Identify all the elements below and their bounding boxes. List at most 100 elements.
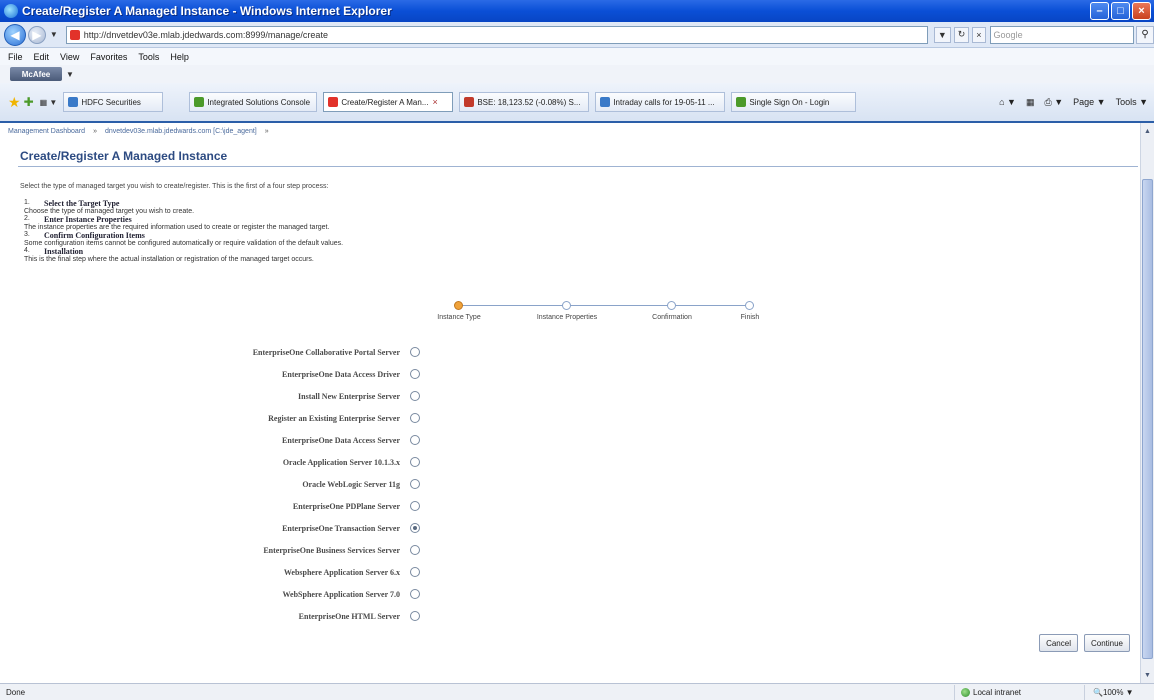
radio-button-selected[interactable]	[410, 523, 420, 533]
menu-favorites[interactable]: Favorites	[90, 52, 127, 62]
tools-menu[interactable]: Tools ▼	[1116, 97, 1148, 107]
tab-single-sign-on[interactable]: Single Sign On - Login	[731, 92, 857, 112]
option-collaborative-portal[interactable]: EnterpriseOne Collaborative Portal Serve…	[253, 345, 420, 359]
option-pdplane[interactable]: EnterpriseOne PDPlane Server	[293, 499, 420, 513]
favorite-hdfc[interactable]: HDFC Securities	[63, 92, 164, 112]
address-field[interactable]: http://dnvetdev03e.mlab.jdedwards.com:89…	[65, 25, 928, 44]
tab-icon	[600, 97, 611, 107]
option-transaction-server[interactable]: EnterpriseOne Transaction Server	[282, 521, 420, 535]
option-data-access-server[interactable]: EnterpriseOne Data Access Server	[282, 433, 420, 447]
radio-button[interactable]	[410, 391, 420, 401]
option-business-services[interactable]: EnterpriseOne Business Services Server	[263, 543, 420, 557]
scrollbar-thumb[interactable]	[1142, 179, 1153, 659]
zoom-control[interactable]: 🔍 100% ▼	[1084, 684, 1154, 700]
step-desc: The instance properties are the required…	[24, 224, 330, 231]
option-websphere-6[interactable]: Websphere Application Server 6.x	[284, 565, 420, 579]
radio-button[interactable]	[410, 347, 420, 357]
stop-icon[interactable]: ×	[972, 26, 986, 43]
minimize-button[interactable]: –	[1090, 2, 1109, 20]
step-item: 1. Select the Target Type Choose the type…	[24, 199, 343, 215]
tab-create-register[interactable]: Create/Register A Man... ×	[323, 92, 454, 112]
add-favorites-icon[interactable]: ✚	[24, 95, 34, 109]
tab-label: Create/Register A Man...	[341, 97, 429, 107]
wizard-actions: Cancel Continue	[1039, 634, 1130, 652]
title-divider	[18, 166, 1138, 167]
favorites-star-icon[interactable]: ★	[8, 94, 21, 111]
option-label: EnterpriseOne Data Access Server	[282, 435, 400, 445]
step-title: Enter Instance Properties	[44, 215, 132, 224]
address-dropdown-icon[interactable]: ▼	[933, 26, 951, 43]
option-oracle-app-server[interactable]: Oracle Application Server 10.1.3.x	[283, 455, 420, 469]
radio-button[interactable]	[410, 479, 420, 489]
step-item: 2. Enter Instance Properties The instance…	[24, 215, 343, 231]
ie-icon	[4, 4, 18, 18]
radio-button[interactable]	[410, 413, 420, 423]
tab-integrated-solutions[interactable]: Integrated Solutions Console	[189, 92, 318, 112]
menu-view[interactable]: View	[60, 52, 79, 62]
mcafee-toolbar: McAfee ▼	[0, 65, 1154, 83]
option-register-enterprise[interactable]: Register an Existing Enterprise Server	[268, 411, 420, 425]
option-data-access-driver[interactable]: EnterpriseOne Data Access Driver	[282, 367, 420, 381]
cancel-button[interactable]: Cancel	[1039, 634, 1078, 652]
option-html-server[interactable]: EnterpriseOne HTML Server	[299, 609, 420, 623]
page-icon	[69, 29, 80, 40]
option-label: EnterpriseOne Business Services Server	[263, 545, 400, 555]
radio-button[interactable]	[410, 457, 420, 467]
radio-button[interactable]	[410, 589, 420, 599]
menu-help[interactable]: Help	[170, 52, 189, 62]
radio-button[interactable]	[410, 369, 420, 379]
forward-button[interactable]: ▶	[27, 25, 46, 44]
tab-label: Integrated Solutions Console	[207, 97, 311, 107]
feeds-icon[interactable]: ▦	[1026, 97, 1035, 108]
menu-tools[interactable]: Tools	[138, 52, 159, 62]
tab-icon	[736, 97, 747, 107]
radio-button[interactable]	[410, 545, 420, 555]
scroll-up-icon[interactable]: ▲	[1142, 125, 1153, 137]
intro-text: Select the type of managed target you wi…	[20, 183, 329, 190]
radio-button[interactable]	[410, 435, 420, 445]
breadcrumb-separator-icon: »	[264, 128, 269, 135]
menu-file[interactable]: File	[8, 52, 23, 62]
option-websphere-7[interactable]: WebSphere Application Server 7.0	[283, 587, 420, 601]
train-label: Instance Properties	[536, 314, 598, 321]
close-tab-icon[interactable]: ×	[432, 97, 437, 107]
option-label: EnterpriseOne Data Access Driver	[282, 369, 400, 379]
favorite-site-icon	[68, 97, 79, 107]
continue-button[interactable]: Continue	[1083, 634, 1130, 652]
menu-edit[interactable]: Edit	[34, 52, 50, 62]
breadcrumb-separator-icon: »	[93, 128, 97, 135]
zoom-level: 100%	[1102, 687, 1124, 697]
mcafee-button[interactable]: McAfee	[10, 67, 62, 81]
mcafee-dropdown-icon[interactable]: ▼	[66, 70, 74, 79]
steps-list: 1. Select the Target Type Choose the type…	[24, 199, 343, 263]
search-input[interactable]: Google	[989, 25, 1135, 44]
print-icon[interactable]: ⎙ ▼	[1045, 97, 1064, 108]
tab-icon	[328, 97, 339, 107]
back-button[interactable]: ◀	[4, 23, 26, 46]
maximize-button[interactable]: □	[1111, 2, 1130, 20]
quick-tabs-icon[interactable]: ▦ ▼	[40, 98, 58, 107]
tab-icon	[194, 97, 205, 107]
radio-button[interactable]	[410, 611, 420, 621]
radio-button[interactable]	[410, 501, 420, 511]
vertical-scrollbar[interactable]: ▲ ▼	[1140, 123, 1154, 683]
history-dropdown-icon[interactable]: ▼	[50, 30, 58, 39]
security-zone[interactable]: Local intranet	[954, 684, 1084, 700]
train-node	[745, 301, 754, 310]
train-label: Instance Type	[437, 314, 481, 321]
option-weblogic[interactable]: Oracle WebLogic Server 11g	[302, 477, 420, 491]
search-icon[interactable]: ⚲	[1136, 25, 1154, 44]
home-icon[interactable]: ⌂ ▼	[999, 97, 1016, 107]
breadcrumb-link[interactable]: dnvetdev03e.mlab.jdedwards.com [C:\jde_a…	[105, 128, 257, 135]
refresh-icon[interactable]: ↻	[953, 26, 970, 43]
close-button[interactable]: ×	[1132, 2, 1151, 20]
tab-intraday[interactable]: Intraday calls for 19-05-11 ...	[595, 92, 726, 112]
window-title: Create/Register A Managed Instance - Win…	[22, 4, 392, 18]
step-item: 3. Confirm Configuration Items Some confi…	[24, 231, 343, 247]
scroll-down-icon[interactable]: ▼	[1142, 669, 1153, 681]
option-install-enterprise[interactable]: Install New Enterprise Server	[298, 389, 420, 403]
page-menu[interactable]: Page ▼	[1073, 97, 1105, 107]
breadcrumb-link[interactable]: Management Dashboard	[8, 128, 85, 135]
radio-button[interactable]	[410, 567, 420, 577]
tab-bse[interactable]: BSE: 18,123.52 (-0.08%) S...	[459, 92, 590, 112]
